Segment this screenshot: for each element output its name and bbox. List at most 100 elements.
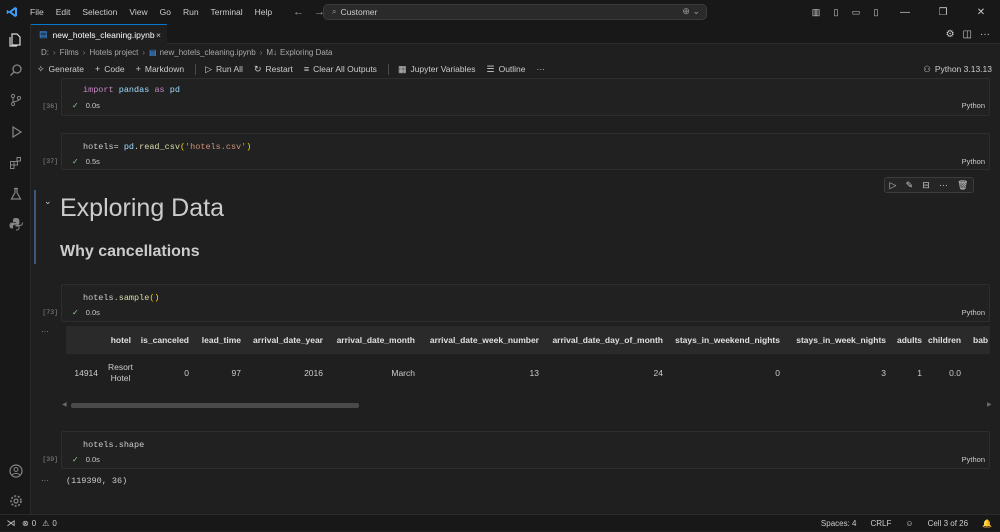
- code-cell[interactable]: [37] hotels= pd.read_csv('hotels.csv') ✓…: [42, 133, 990, 170]
- notifications-bell-icon[interactable]: 🔔: [982, 519, 992, 528]
- toolbar-more-button[interactable]: ···: [537, 64, 546, 74]
- code-cell[interactable]: [39] hotels.shape ✓ 0.0s Python: [42, 431, 990, 469]
- scroll-left-arrow-icon[interactable]: ◀: [62, 401, 67, 408]
- settings-gear-icon[interactable]: [0, 487, 31, 515]
- extensions-icon[interactable]: [0, 149, 31, 177]
- cell-code[interactable]: hotels= pd.read_csv('hotels.csv'): [62, 142, 251, 152]
- code-string: 'hotels.csv': [185, 142, 247, 152]
- focus-indicator: [34, 190, 36, 264]
- command-center[interactable]: ⌕ Customer ⊕ ⌄: [323, 4, 707, 20]
- breadcrumb-sep-icon: ›: [82, 48, 86, 57]
- menu-run[interactable]: Run: [177, 0, 205, 24]
- cell-position-status[interactable]: Cell 3 of 26: [928, 519, 968, 528]
- testing-icon[interactable]: [0, 180, 31, 208]
- cell-output: (119390, 36): [66, 476, 128, 486]
- run-cell-icon[interactable]: ▷: [890, 180, 897, 191]
- code-attr: shape: [118, 440, 145, 450]
- title-bar: File Edit Selection View Go Run Terminal…: [0, 0, 1000, 24]
- cell-code[interactable]: hotels.shape: [62, 440, 144, 450]
- explorer-icon[interactable]: [0, 26, 31, 54]
- notebook-settings-gear-icon[interactable]: ⚙: [946, 29, 955, 40]
- restart-button[interactable]: ↻ Restart: [254, 64, 293, 75]
- breadcrumb-folder-films[interactable]: Films: [60, 48, 79, 57]
- minimize-icon[interactable]: —: [888, 7, 922, 18]
- collapse-chevron-icon[interactable]: ⌄: [44, 196, 52, 207]
- errors-icon[interactable]: ⊗: [22, 519, 29, 528]
- kernel-picker[interactable]: ⚇ Python 3.13.13: [923, 61, 992, 77]
- customize-layout-icon[interactable]: ▥: [808, 7, 824, 18]
- clear-label: Clear All Outputs: [313, 64, 377, 74]
- cell-language[interactable]: Python: [962, 157, 985, 166]
- account-icon[interactable]: [0, 457, 31, 485]
- cell-code[interactable]: import pandas as pd: [62, 85, 180, 95]
- menu-terminal[interactable]: Terminal: [205, 0, 249, 24]
- toolbar-divider: [195, 63, 197, 75]
- cell-more-icon[interactable]: ···: [939, 180, 948, 190]
- edit-cell-icon[interactable]: ✎: [906, 180, 914, 191]
- table-row: 14914 Resort Hotel 0 97 2016 March 13 24…: [66, 360, 990, 386]
- cell-code[interactable]: hotels.sample(): [62, 293, 160, 303]
- add-code-button[interactable]: + Code: [95, 64, 125, 74]
- scroll-right-arrow-icon[interactable]: ▶: [987, 401, 992, 408]
- toggle-sidebar-icon[interactable]: ▯: [828, 7, 844, 18]
- clear-outputs-button[interactable]: ≡ Clear All Outputs: [304, 64, 377, 74]
- search-icon[interactable]: [0, 56, 31, 84]
- warnings-icon[interactable]: ⚠: [42, 519, 49, 528]
- output-more-icon[interactable]: ···: [41, 327, 49, 336]
- copilot-icon[interactable]: ⊕ ⌄: [682, 6, 700, 17]
- horizontal-scrollbar[interactable]: [71, 403, 359, 408]
- outline-button[interactable]: ☰ Outline: [487, 64, 526, 75]
- restore-icon[interactable]: ❐: [926, 7, 960, 18]
- code-cell[interactable]: [36] import pandas as pd ✓ 0.0s Python: [42, 78, 990, 116]
- source-control-icon[interactable]: [0, 86, 31, 114]
- warnings-count[interactable]: 0: [52, 519, 56, 528]
- table-header-row: hotel is_canceled lead_time arrival_date…: [66, 326, 990, 354]
- menu-help[interactable]: Help: [249, 0, 278, 24]
- run-debug-icon[interactable]: [0, 118, 31, 146]
- python-icon[interactable]: [0, 210, 31, 238]
- line-ending-status[interactable]: CRLF: [871, 519, 892, 528]
- breadcrumb-section[interactable]: Exploring Data: [280, 48, 332, 57]
- toggle-panel-icon[interactable]: ▭: [848, 7, 864, 18]
- run-all-button[interactable]: ▷ Run All: [205, 64, 243, 75]
- menu-edit[interactable]: Edit: [50, 0, 77, 24]
- close-window-icon[interactable]: ✕: [964, 7, 998, 18]
- clear-all-icon: ≡: [303, 64, 310, 74]
- tab-notebook[interactable]: ▤ new_hotels_cleaning.ipynb ×: [31, 24, 167, 44]
- close-tab-icon[interactable]: ×: [156, 30, 161, 40]
- menu-file[interactable]: File: [24, 0, 50, 24]
- toggle-secondary-sidebar-icon[interactable]: ▯: [868, 7, 884, 18]
- kernel-label: Python 3.13.13: [934, 64, 992, 74]
- cell-language[interactable]: Python: [962, 455, 985, 464]
- remote-icon[interactable]: ⋊: [0, 518, 22, 529]
- breadcrumb-file[interactable]: new_hotels_cleaning.ipynb: [160, 48, 256, 57]
- add-markdown-button[interactable]: + Markdown: [136, 64, 184, 74]
- table-cell: 0.0: [949, 368, 961, 378]
- breadcrumb-folder-hotels[interactable]: Hotels project: [89, 48, 138, 57]
- table-cell: 0: [775, 368, 780, 378]
- cell-language[interactable]: Python: [962, 308, 985, 317]
- outline-label: Outline: [498, 64, 526, 74]
- split-editor-icon[interactable]: ◫: [963, 29, 972, 40]
- copilot-status-icon[interactable]: ☺: [905, 519, 913, 528]
- table-header-cell: stays_in_weekend_nights: [675, 335, 780, 345]
- back-arrow-icon[interactable]: ←: [293, 6, 304, 18]
- success-check-icon: ✓: [72, 101, 79, 110]
- restart-icon: ↻: [253, 63, 262, 74]
- menu-view[interactable]: View: [123, 0, 153, 24]
- output-more-icon[interactable]: ···: [41, 476, 49, 485]
- split-cell-icon[interactable]: ⊟: [922, 180, 930, 191]
- indentation-status[interactable]: Spaces: 4: [821, 519, 857, 528]
- jupyter-variables-button[interactable]: ▦ Jupyter Variables: [398, 64, 476, 75]
- delete-cell-icon[interactable]: 🗑: [957, 180, 968, 191]
- generate-button[interactable]: ✧ Generate: [37, 64, 84, 75]
- cell-language[interactable]: Python: [962, 101, 985, 110]
- breadcrumb-drive[interactable]: D:: [41, 48, 49, 57]
- code-cell[interactable]: [73] hotels.sample() ✓ 0.0s Python: [42, 284, 990, 322]
- search-icon: ⌕: [332, 7, 337, 16]
- menu-selection[interactable]: Selection: [76, 0, 123, 24]
- menu-go[interactable]: Go: [154, 0, 177, 24]
- more-actions-icon[interactable]: ···: [980, 29, 990, 40]
- run-all-icon: ▷: [205, 63, 212, 74]
- errors-count[interactable]: 0: [32, 519, 36, 528]
